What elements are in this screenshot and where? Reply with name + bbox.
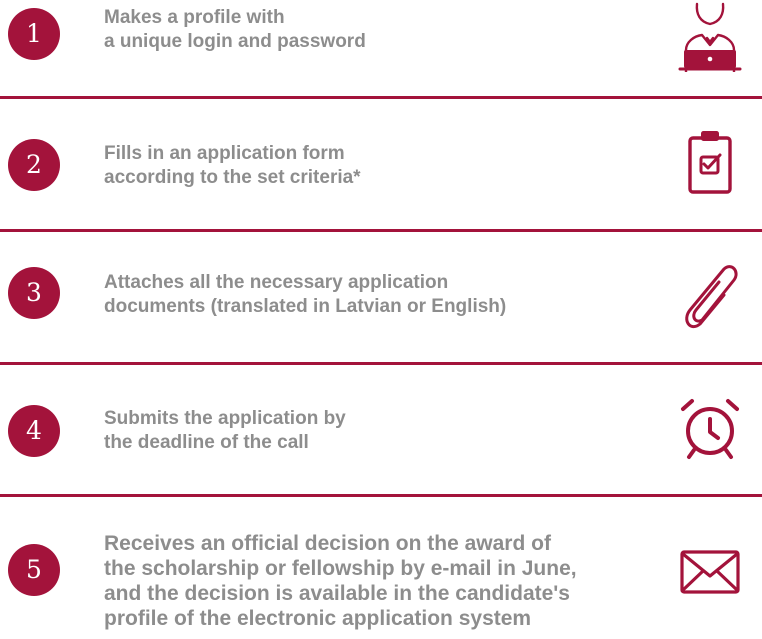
step-text-line: the deadline of the call <box>104 432 309 453</box>
step-number: 5 <box>8 544 60 596</box>
step-text-line: documents (translated in Latvian or Engl… <box>104 296 507 317</box>
step-text-line: Attaches all the necessary application <box>104 272 449 293</box>
step-text: Makes a profile with a unique login and … <box>104 6 366 54</box>
divider <box>0 362 762 365</box>
step-text-line: Receives an official decision on the awa… <box>104 532 551 555</box>
step-text: Receives an official decision on the awa… <box>104 531 577 631</box>
step-number: 3 <box>8 267 60 319</box>
step-number: 1 <box>8 8 60 60</box>
alarm-clock-icon <box>674 392 746 464</box>
step-text-line: according to the set criteria* <box>104 167 361 188</box>
step-text-line: the scholarship or fellowship by e-mail … <box>104 557 577 580</box>
step-text: Fills in an application form according t… <box>104 142 361 190</box>
step-text-line: profile of the electronic application sy… <box>104 607 532 630</box>
step-number: 4 <box>8 405 60 457</box>
step-text-line: Fills in an application form <box>104 143 345 164</box>
divider <box>0 229 762 232</box>
step-text: Submits the application by the deadline … <box>104 407 346 455</box>
step-text-line: Submits the application by <box>104 408 346 429</box>
step-text: Attaches all the necessary application d… <box>104 271 506 319</box>
paperclip-icon <box>674 258 746 330</box>
divider <box>0 96 762 99</box>
step-text-line: Makes a profile with <box>104 7 285 28</box>
divider <box>0 494 762 497</box>
user-laptop-icon <box>674 0 746 72</box>
clipboard-check-icon <box>674 124 746 196</box>
step-text-line: and the decision is available in the can… <box>104 582 570 605</box>
step-text-line: a unique login and password <box>104 31 366 52</box>
step-number: 2 <box>8 139 60 191</box>
envelope-icon <box>674 534 746 606</box>
